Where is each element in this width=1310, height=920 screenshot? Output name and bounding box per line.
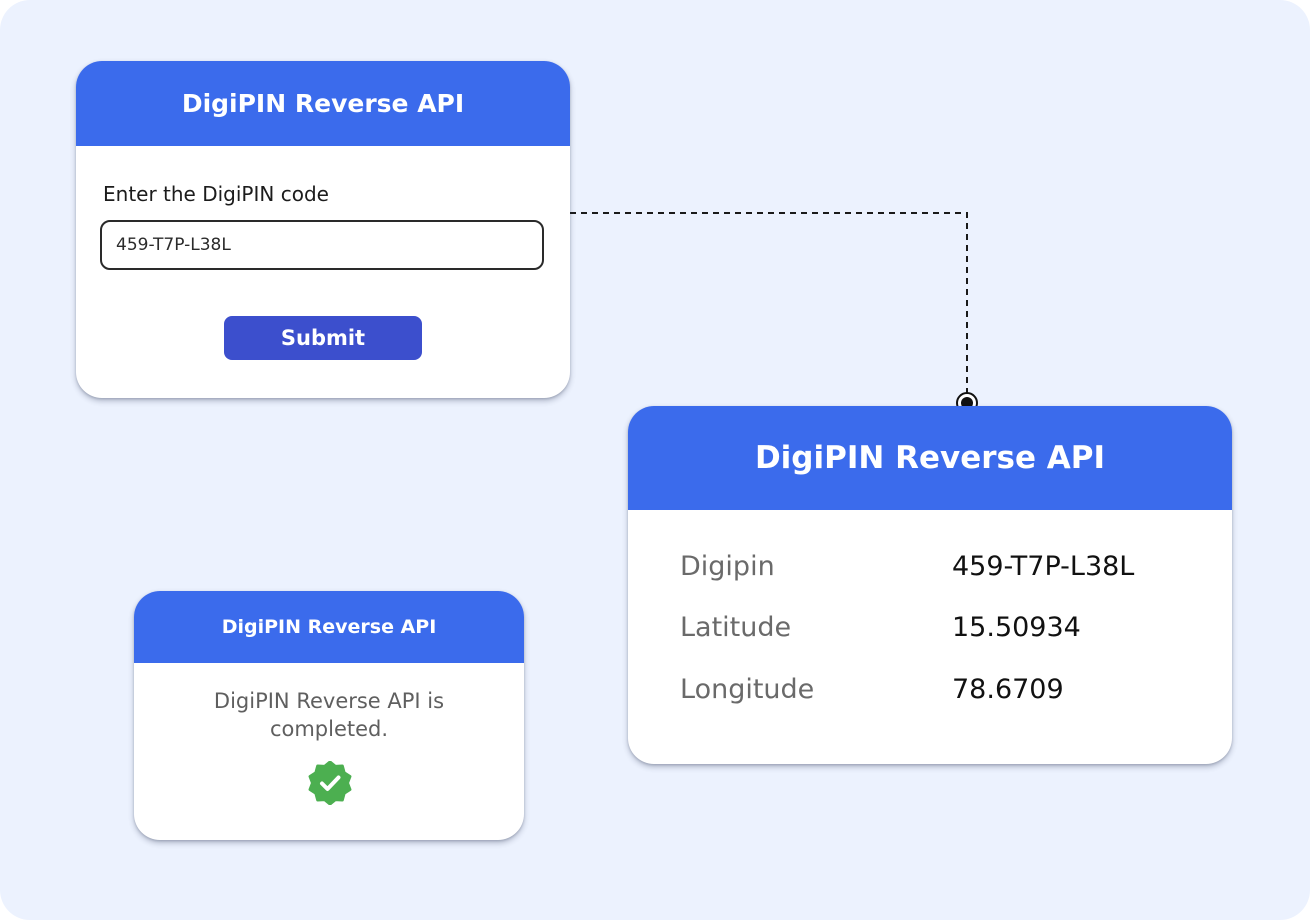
status-card: DigiPIN Reverse API DigiPIN Reverse API … [134,591,524,840]
input-card: DigiPIN Reverse API Enter the DigiPIN co… [76,61,570,398]
verified-check-icon [308,761,352,805]
result-value: 78.6709 [952,674,1064,705]
result-card-title: DigiPIN Reverse API [628,406,1232,510]
status-message: DigiPIN Reverse API is completed. [213,689,445,741]
result-value: 15.50934 [952,612,1081,643]
result-key: Latitude [680,612,792,643]
input-card-title: DigiPIN Reverse API [76,61,570,146]
result-key: Longitude [680,674,815,705]
digipin-input[interactable] [100,220,544,270]
result-row-longitude: Longitude 78.6709 [680,674,1200,714]
result-key: Digipin [680,551,775,582]
diagram-canvas: DigiPIN Reverse API Enter the DigiPIN co… [0,0,1310,920]
status-card-title: DigiPIN Reverse API [134,591,524,663]
result-card: DigiPIN Reverse API Digipin 459-T7P-L38L… [628,406,1232,764]
result-value: 459-T7P-L38L [952,551,1135,582]
result-row-latitude: Latitude 15.50934 [680,612,1200,652]
digipin-field-label: Enter the DigiPIN code [103,182,329,206]
result-row-digipin: Digipin 459-T7P-L38L [680,551,1200,591]
submit-button[interactable]: Submit [224,316,422,360]
